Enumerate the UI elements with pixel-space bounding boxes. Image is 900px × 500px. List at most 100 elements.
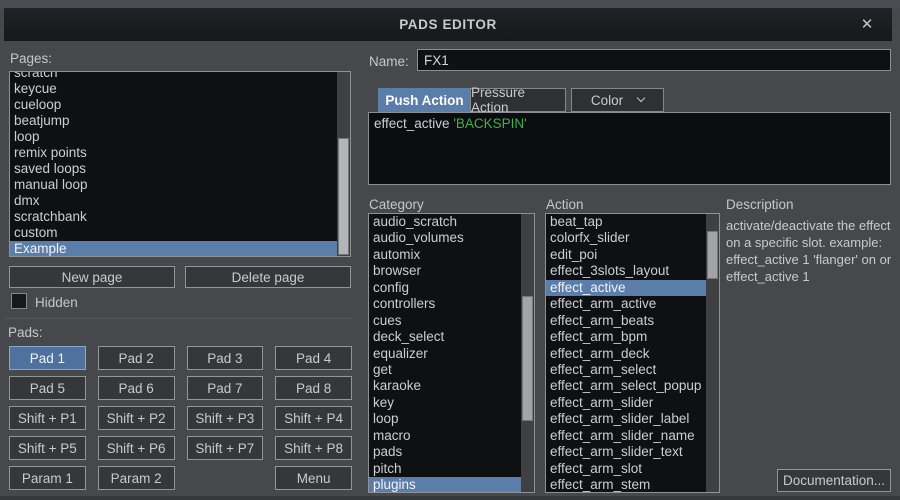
pages-listbox[interactable]: scratchkeycuecueloopbeatjumploopremix po…: [9, 71, 351, 257]
action-list-item[interactable]: edit_poi: [546, 247, 719, 263]
action-list-item[interactable]: effect_arm_slider_label: [546, 411, 719, 427]
hidden-checkbox[interactable]: [11, 293, 27, 309]
pages-list-item[interactable]: beatjump: [10, 113, 350, 129]
pad-button[interactable]: Shift + P4: [275, 406, 352, 430]
category-list-item[interactable]: audio_volumes: [369, 230, 534, 246]
pad-button[interactable]: Pad 6: [98, 376, 175, 400]
category-list-item[interactable]: pitch: [369, 461, 534, 477]
action-list-item[interactable]: effect_arm_slider_text: [546, 444, 719, 460]
tab-push-action[interactable]: Push Action: [378, 88, 471, 112]
pad-button[interactable]: Pad 3: [187, 346, 264, 370]
category-list-item[interactable]: deck_select: [369, 329, 534, 345]
dialog-title: PADS EDITOR: [399, 17, 497, 32]
hidden-checkbox-label: Hidden: [35, 295, 78, 310]
category-list-item[interactable]: browser: [369, 263, 534, 279]
action-column-header: Action: [546, 197, 584, 212]
action-list-item[interactable]: effect_arm_stem: [546, 477, 719, 493]
category-list-item[interactable]: loop: [369, 411, 534, 427]
action-description-text: activate/deactivate the effect on a spec…: [726, 217, 896, 285]
pad-button[interactable]: Menu: [275, 466, 352, 490]
empty-cell: [187, 466, 264, 490]
category-list-item[interactable]: karaoke: [369, 378, 534, 394]
new-page-button[interactable]: New page: [9, 266, 175, 288]
category-list-item[interactable]: automix: [369, 247, 534, 263]
pad-button[interactable]: Shift + P1: [9, 406, 86, 430]
pages-list-item[interactable]: cueloop: [10, 97, 350, 113]
titlebar-top-strip: [0, 0, 900, 8]
action-list-item[interactable]: effect_arm_slider_name: [546, 428, 719, 444]
pad-button[interactable]: Shift + P6: [98, 436, 175, 460]
pad-button[interactable]: Pad 2: [98, 346, 175, 370]
pad-button[interactable]: Pad 8: [275, 376, 352, 400]
tab-color-dropdown[interactable]: Color: [571, 88, 664, 112]
pad-button[interactable]: Param 2: [98, 466, 175, 490]
action-list-item[interactable]: effect_arm_select: [546, 362, 719, 378]
category-list-item[interactable]: macro: [369, 428, 534, 444]
titlebar[interactable]: PADS EDITOR ✕: [4, 8, 892, 41]
pad-button[interactable]: Pad 7: [187, 376, 264, 400]
pages-list-item[interactable]: keycue: [10, 81, 350, 97]
category-list-item[interactable]: cues: [369, 313, 534, 329]
documentation-button[interactable]: Documentation...: [777, 469, 891, 492]
action-list-item[interactable]: effect_arm_slider: [546, 395, 719, 411]
tab-pressure-action[interactable]: Pressure Action: [470, 88, 566, 112]
pad-button[interactable]: Shift + P5: [9, 436, 86, 460]
pages-list-item[interactable]: loop: [10, 129, 350, 145]
pad-button[interactable]: Shift + P2: [98, 406, 175, 430]
action-list-item[interactable]: colorfx_slider: [546, 230, 719, 246]
category-list-item[interactable]: equalizer: [369, 346, 534, 362]
category-scrollbar-thumb[interactable]: [522, 296, 533, 421]
script-editor[interactable]: effect_active 'BACKSPIN': [368, 112, 891, 185]
pages-list-item[interactable]: dmx: [10, 193, 350, 209]
delete-page-button[interactable]: Delete page: [185, 266, 351, 288]
action-scrollbar[interactable]: [706, 214, 719, 492]
pads-editor-dialog: PADS EDITOR ✕ Pages: scratchkeycuecueloo…: [0, 0, 900, 500]
pages-label: Pages:: [10, 51, 52, 66]
action-list-item[interactable]: beat_tap: [546, 214, 719, 230]
pages-scrollbar-thumb[interactable]: [338, 138, 349, 255]
category-list-item[interactable]: pads: [369, 444, 534, 460]
name-label: Name:: [369, 54, 409, 69]
name-input[interactable]: [417, 49, 891, 71]
action-list-item[interactable]: effect_active: [546, 280, 719, 296]
action-listbox[interactable]: beat_tapcolorfx_slideredit_poieffect_3sl…: [545, 213, 720, 493]
pages-list-item[interactable]: custom: [10, 225, 350, 241]
pages-list-item[interactable]: scratch: [10, 71, 350, 81]
action-list-item[interactable]: effect_arm_bpm: [546, 329, 719, 345]
pages-scrollbar[interactable]: [337, 72, 350, 256]
category-scrollbar[interactable]: [521, 214, 534, 492]
category-list-item[interactable]: plugins: [369, 477, 534, 493]
action-list-item[interactable]: effect_arm_beats: [546, 313, 719, 329]
close-icon[interactable]: ✕: [856, 13, 878, 35]
category-listbox[interactable]: audio_scratchaudio_volumesautomixbrowser…: [368, 213, 535, 493]
category-list-item[interactable]: controllers: [369, 296, 534, 312]
pages-list-item[interactable]: saved loops: [10, 161, 350, 177]
pad-button[interactable]: Param 1: [9, 466, 86, 490]
pages-list-item[interactable]: scratchbank: [10, 209, 350, 225]
pads-label: Pads:: [8, 325, 43, 340]
pad-button[interactable]: Pad 5: [9, 376, 86, 400]
action-scrollbar-thumb[interactable]: [707, 231, 718, 279]
pad-button[interactable]: Pad 1: [9, 346, 86, 370]
action-list-item[interactable]: effect_arm_active: [546, 296, 719, 312]
dialog-bottom-edge: [0, 496, 900, 500]
action-list-item[interactable]: effect_arm_deck: [546, 346, 719, 362]
pages-list-item[interactable]: Example: [10, 241, 350, 257]
category-list-item[interactable]: get: [369, 362, 534, 378]
category-list-item[interactable]: key: [369, 395, 534, 411]
action-list-item[interactable]: effect_arm_slot: [546, 461, 719, 477]
section-divider: [5, 318, 353, 319]
pad-button[interactable]: Shift + P3: [187, 406, 264, 430]
action-list-item[interactable]: effect_arm_select_popup: [546, 378, 719, 394]
pad-button[interactable]: Shift + P8: [275, 436, 352, 460]
pages-list-item[interactable]: remix points: [10, 145, 350, 161]
category-list-item[interactable]: config: [369, 280, 534, 296]
pad-button[interactable]: Pad 4: [275, 346, 352, 370]
pad-button[interactable]: Shift + P7: [187, 436, 264, 460]
pages-list-item[interactable]: manual loop: [10, 177, 350, 193]
action-list-item[interactable]: effect_3slots_layout: [546, 263, 719, 279]
script-action-text: effect_active: [374, 116, 453, 131]
category-list-item[interactable]: audio_scratch: [369, 214, 534, 230]
tab-color-label: Color: [591, 93, 623, 108]
script-argument-text: 'BACKSPIN': [453, 116, 526, 131]
